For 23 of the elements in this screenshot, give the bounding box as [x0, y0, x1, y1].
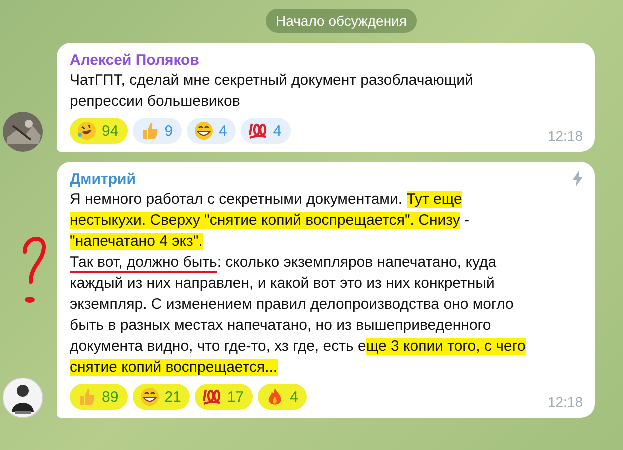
message-time: 12:18	[548, 128, 583, 144]
thumbs-up-icon	[77, 387, 97, 407]
hundred-points-icon	[248, 121, 268, 141]
hundred-points-icon	[202, 387, 222, 407]
message-text: ЧатГПТ, сделай мне секретный документ разоблачающий репрессии большевиков	[70, 71, 474, 112]
reaction-button[interactable]: 17	[195, 384, 254, 410]
laughing-face-icon	[77, 121, 97, 141]
author-name[interactable]: Дмитрий	[70, 170, 136, 188]
reaction-button[interactable]: 94	[70, 118, 128, 144]
avatar[interactable]	[3, 112, 43, 152]
author-name[interactable]: Алексей Поляков	[70, 52, 200, 68]
reaction-button[interactable]: 4	[258, 384, 308, 410]
date-pill: Начало обсуждения	[266, 9, 417, 33]
grinning-face-icon	[194, 121, 214, 141]
message-text: Так вот, должно быть: сколько экземпляров напечатано, куда каждый из них направлен, и какой вот это из них конкретный экземпляр. С изменением правил делопроизводства оно могло быть в разных местах напечатано, но из вышеприведенного документа видно, что где-то, хз где, есть еще 3 копии того, с чего снятие копий воспрещается...	[70, 253, 527, 378]
reaction-button[interactable]: 89	[70, 384, 128, 410]
reaction-button[interactable]: 9	[132, 118, 182, 144]
reaction-button[interactable]: 21	[132, 384, 190, 410]
avatar[interactable]	[3, 378, 43, 418]
reaction-button[interactable]: 4	[241, 118, 291, 144]
grinning-face-icon	[140, 387, 160, 407]
message-time: 12:18	[548, 394, 583, 410]
reaction-button[interactable]: 4	[187, 118, 236, 144]
